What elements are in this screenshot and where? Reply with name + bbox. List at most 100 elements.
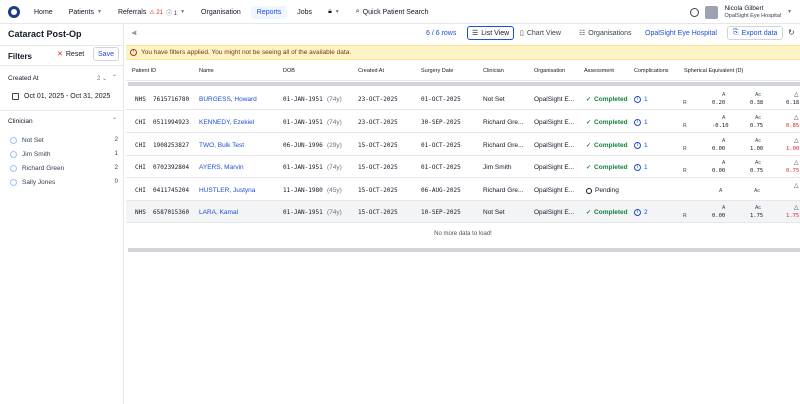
horizontal-scrollbar[interactable] (128, 82, 800, 86)
close-icon: ✕ (57, 51, 63, 58)
table-row[interactable]: NHS 6587015360 LARA, Kamal 01-JAN-1951 (74y)… (126, 201, 800, 223)
organisation: OpalSight E... (534, 142, 575, 149)
complications-link[interactable]: i2 (634, 209, 648, 216)
column-header[interactable]: Clinician (483, 68, 504, 74)
clinician-option[interactable]: Jim Smith 1 (10, 148, 118, 160)
filters-panel: Cataract Post-Op Filters ✕ Reset Save Cre… (0, 24, 124, 404)
column-header[interactable]: Assessment (584, 68, 614, 74)
patient-name-link[interactable]: LARA, Kamal (199, 209, 238, 216)
table-row[interactable]: CHI 1908253827 TWO, Bulk Test 06-JUN-1996 (2… (126, 134, 800, 156)
chart-icon: ▯ (520, 30, 524, 37)
dob: 01-JAN-1951 (283, 96, 323, 103)
se-a-label: A (722, 115, 726, 121)
se-r-value: 1.75 (786, 213, 800, 219)
radio-icon (10, 164, 17, 172)
quick-patient-search[interactable]: ⌕ Quick Patient Search (350, 5, 435, 19)
warning-text: You have filters applied. You might not … (141, 49, 352, 56)
clinician-option[interactable]: Sally Jones 0 (10, 176, 118, 188)
column-header[interactable]: Created At (358, 68, 384, 74)
page-title: Cataract Post-Op (8, 29, 82, 39)
column-header[interactable]: Name (199, 68, 214, 74)
list-view-button[interactable]: ☰ List View (467, 26, 515, 40)
nav-referrals[interactable]: Referrals ⚠ 21 ⓘ 1 ▼ (112, 5, 191, 20)
se-eye-label: R (683, 123, 687, 129)
globe-icon[interactable] (690, 7, 700, 17)
patient-name-link[interactable]: HUSTLER, Justyna (199, 187, 255, 194)
clinician: Richard Gre... (483, 187, 524, 194)
table-header: Patient ID Name DOB Created At Surgery D… (126, 62, 800, 81)
assessment-status: ✓ Completed (586, 119, 628, 126)
column-header[interactable]: DOB (283, 68, 295, 74)
divider (0, 110, 124, 111)
patient-name-link[interactable]: TWO, Bulk Test (199, 142, 244, 149)
column-header[interactable]: Spherical Equivalent (D) (684, 68, 743, 74)
column-header[interactable]: Surgery Date (421, 68, 453, 74)
created-at: 23-OCT-2025 (358, 96, 398, 103)
save-button[interactable]: Save (93, 47, 119, 61)
patient-name-link[interactable]: KENNEDY, Ezekiel (199, 119, 254, 126)
patient-name-link[interactable]: AYERS, Marvin (199, 164, 244, 171)
created-at: 15-OCT-2025 (358, 142, 398, 149)
se-a-label: A (722, 138, 726, 144)
delta-icon: △ (794, 160, 799, 166)
organisation-link[interactable]: OpalSight Eye Hospital (645, 30, 717, 37)
assessment-label: Pending (595, 187, 619, 194)
table-row[interactable]: CHI 0702392804 AYERS, Marvin 01-JAN-1951 (74… (126, 156, 800, 178)
complications-link[interactable]: i1 (634, 142, 648, 149)
chevron-up-icon[interactable]: ⌃ (112, 74, 117, 81)
table-row[interactable]: CHI 0511994923 KENNEDY, Ezekiel 01-JAN-1951… (126, 111, 800, 133)
nav-home[interactable]: Home (28, 6, 59, 19)
se-a-value: 0.00 (712, 168, 726, 174)
clinician-option[interactable]: Richard Green 2 (10, 162, 118, 174)
clinician-count: 1 (114, 151, 118, 157)
nav-organisation[interactable]: Organisation (195, 6, 247, 19)
column-header[interactable]: Complications (634, 68, 669, 74)
app-logo[interactable] (8, 6, 20, 18)
organisations-filter[interactable]: ☷ Organisations (575, 26, 635, 40)
se-ac-label: Ac (755, 92, 761, 98)
patient-id-type: CHI (135, 119, 146, 126)
chevron-up-icon[interactable]: ⌃ (112, 117, 117, 124)
se-a-value: 0.20 (712, 100, 726, 106)
filter-toggle-icon[interactable]: ⫷ (132, 28, 137, 38)
nav-patients[interactable]: Patients ▼ (63, 6, 108, 19)
date-range-picker[interactable]: Oct 01, 2025 - Oct 31, 2025 (12, 93, 110, 100)
patient-name-link[interactable]: BURGESS, Howard (199, 96, 257, 103)
top-navigation: Home Patients ▼ Referrals ⚠ 21 ⓘ 1 ▼ Orga… (0, 0, 800, 24)
reset-button[interactable]: ✕ Reset (57, 50, 84, 59)
column-header[interactable]: Patient ID (132, 68, 156, 74)
org-filter-icon: ☷ (579, 30, 586, 37)
refresh-icon[interactable]: ↻ (788, 28, 795, 37)
complications-link[interactable]: i1 (634, 96, 648, 103)
complications-link[interactable]: i1 (634, 119, 648, 126)
avatar[interactable] (705, 5, 719, 19)
dob: 06-JUN-1996 (283, 142, 323, 149)
se-r-value: 0.85 (786, 123, 800, 129)
patient-id-type: NHS (135, 209, 146, 216)
se-a-label: A (722, 205, 726, 211)
delta-icon: △ (794, 92, 799, 98)
age: (74y) (327, 209, 342, 216)
assessment-status: ✓ Completed (586, 164, 628, 171)
complications-count: 1 (644, 119, 648, 126)
horizontal-scrollbar[interactable] (128, 248, 800, 252)
warning-icon: ! (130, 49, 137, 56)
clinician-name: Jim Smith (22, 150, 51, 158)
lock-menu[interactable]: 🔒︎ ▼ (322, 5, 346, 19)
created-at-sort[interactable]: 2 ⌄ (97, 75, 107, 82)
referrals-info-count: 1 (173, 10, 178, 17)
check-icon: ✓ (586, 210, 592, 216)
export-data-button[interactable]: ⎘ Export data (727, 26, 784, 40)
user-menu[interactable]: Nicola Gilbert OpalSight Eye Hospital (724, 5, 781, 20)
chart-view-button[interactable]: ▯ Chart View (516, 26, 565, 40)
complications-link[interactable]: i1 (634, 164, 648, 171)
clinician-option[interactable]: Not Set 2 (10, 134, 118, 146)
chevron-down-icon: ▼ (334, 9, 340, 15)
table-row[interactable]: CHI 0411745204 HUSTLER, Justyna 11-JAN-1980… (126, 179, 800, 201)
referrals-info-badge: ⓘ 1 (166, 10, 178, 17)
table-row[interactable]: NHS 7615716780 BURGESS, Howard 01-JAN-1951 (… (126, 88, 800, 110)
chevron-down-icon[interactable]: ▼ (787, 9, 792, 15)
nav-reports[interactable]: Reports (250, 5, 288, 19)
column-header[interactable]: Organisation (534, 68, 565, 74)
nav-jobs[interactable]: Jobs (291, 6, 318, 19)
